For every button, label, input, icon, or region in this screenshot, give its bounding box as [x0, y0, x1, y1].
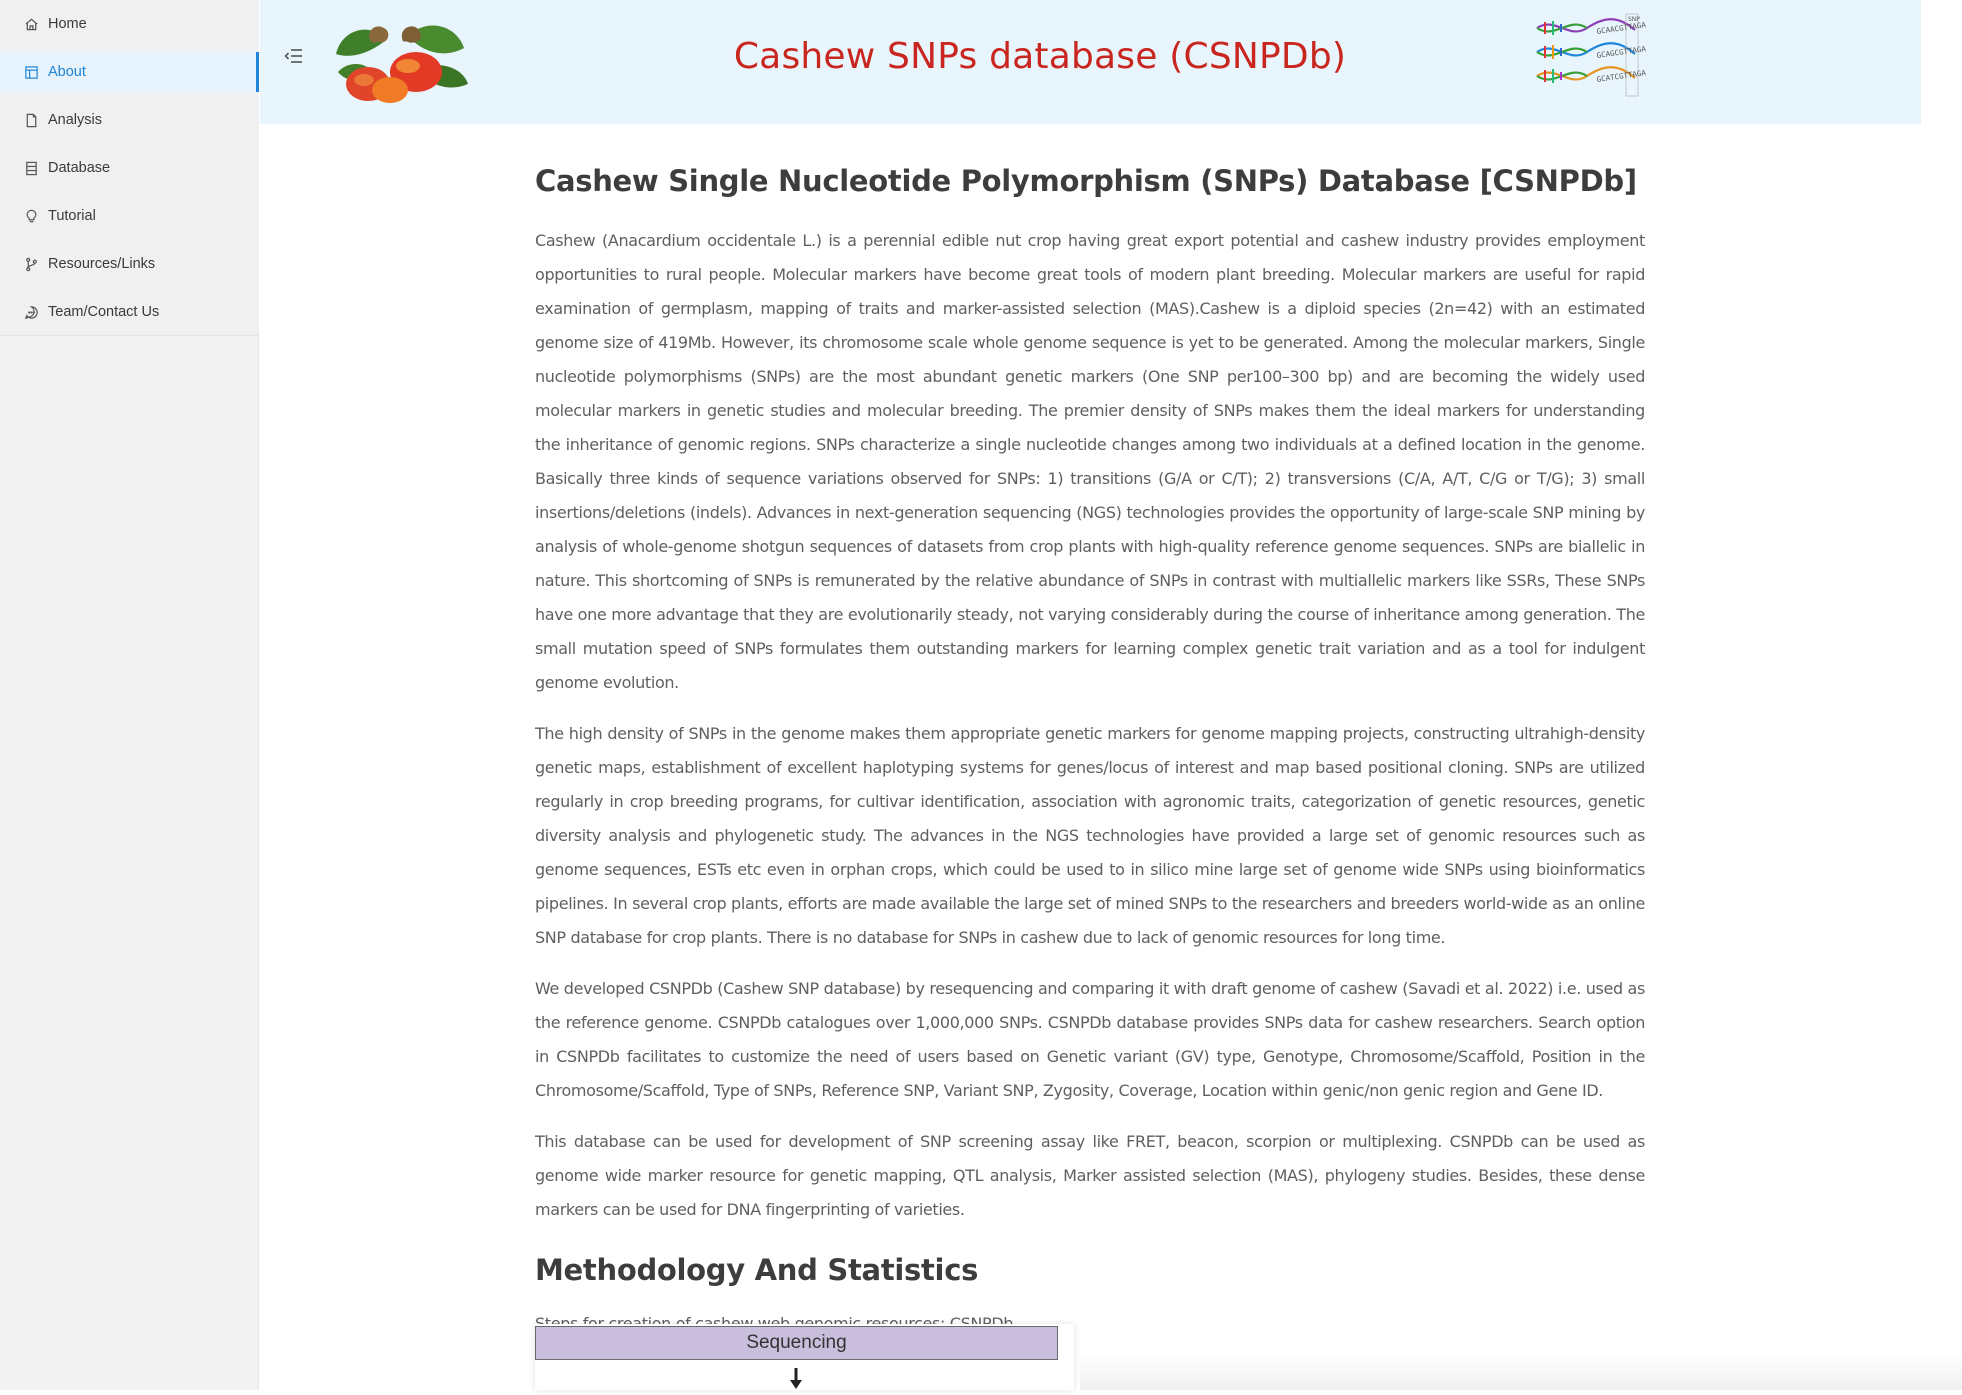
- methodology-title: Methodology And Statistics: [535, 1253, 979, 1287]
- sidebar-item-label: Home: [48, 16, 87, 32]
- usage-paragraph: This database can be used for developmen…: [535, 1132, 1645, 1219]
- file-icon: [23, 112, 39, 128]
- sidebar-item-tutorial[interactable]: Tutorial: [0, 196, 259, 236]
- sidebar-item-label: About: [48, 64, 86, 80]
- sidebar-item-label: Analysis: [48, 112, 102, 128]
- arrow-down-icon: [788, 1368, 804, 1390]
- sidebar-item-label: Database: [48, 160, 111, 176]
- branch-icon: [23, 256, 39, 272]
- sidebar-item-team-contact[interactable]: Team/Contact Us: [0, 292, 259, 332]
- sidebar-item-database[interactable]: Database: [0, 148, 259, 188]
- menu-fold-icon[interactable]: [284, 47, 304, 65]
- layout-icon: [23, 64, 39, 80]
- page-title: Cashew Single Nucleotide Polymorphism (S…: [535, 164, 1637, 198]
- page-bottom-shadow: [1080, 1352, 1962, 1390]
- dna-snp-logo: SNP GCAACGTTAGA GCAGCGTTAGA GCATCGTTAGA: [1535, 10, 1695, 106]
- header: Cashew SNPs database (CSNPDb) SNP GCAACG…: [260, 0, 1921, 124]
- sidebar: Home About Analysis Database Tutorial Re…: [0, 0, 259, 1390]
- sidebar-item-home[interactable]: Home: [0, 4, 259, 44]
- cashew-logo: [328, 14, 470, 106]
- message-icon: [23, 304, 39, 320]
- sidebar-item-analysis[interactable]: Analysis: [0, 100, 259, 140]
- main-content: Cashew Single Nucleotide Polymorphism (S…: [535, 164, 1645, 1341]
- development-paragraph: We developed CSNPDb (Cashew SNP database…: [535, 979, 1645, 1100]
- home-icon: [23, 16, 39, 32]
- bulb-icon: [23, 208, 39, 224]
- sidebar-item-resources[interactable]: Resources/Links: [0, 244, 259, 284]
- sidebar-menu: Home About Analysis Database Tutorial Re…: [0, 0, 259, 336]
- flow-step-sequencing: Sequencing: [535, 1326, 1058, 1360]
- site-title: Cashew SNPs database (CSNPDb): [733, 36, 1347, 77]
- density-paragraph: The high density of SNPs in the genome m…: [535, 724, 1645, 947]
- sidebar-item-label: Tutorial: [48, 208, 96, 224]
- methodology-flowchart: Sequencing: [535, 1324, 1074, 1390]
- sidebar-item-label: Resources/Links: [48, 256, 156, 272]
- intro-paragraph: Cashew (Anacardium occidentale L.) is a …: [535, 231, 1645, 692]
- sidebar-item-about[interactable]: About: [0, 52, 259, 92]
- sidebar-item-label: Team/Contact Us: [48, 304, 160, 320]
- database-icon: [23, 160, 39, 176]
